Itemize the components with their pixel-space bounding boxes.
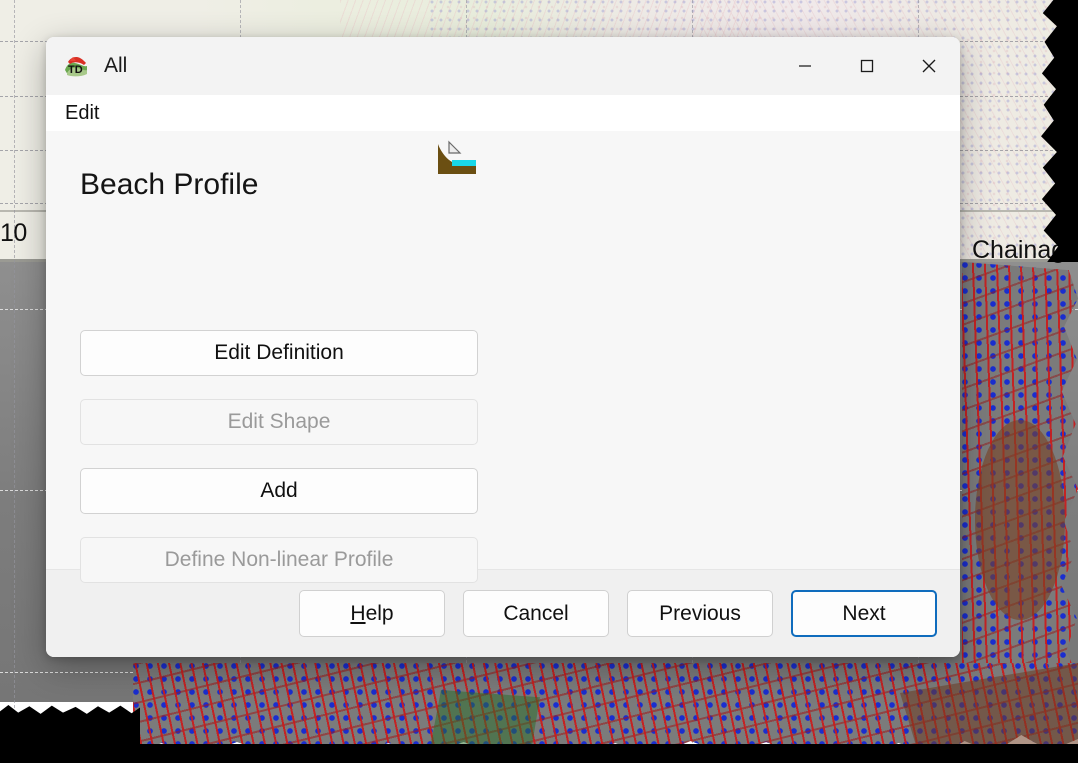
define-nonlinear-profile-button[interactable]: Define Non-linear Profile [80,537,478,583]
minimize-icon[interactable] [774,37,836,95]
dialog-body: Beach Profile Edit Definition Edit Shape… [46,131,960,583]
next-button[interactable]: Next [791,590,937,637]
y-axis-label: 10 [0,219,27,247]
contour-map-right-fill [975,420,1065,620]
td-app-icon: TD [62,53,90,79]
beach-profile-icon [436,140,478,178]
title-bar: TD All [46,37,960,95]
action-button-stack: Edit Definition Edit Shape Add Define No… [80,330,478,606]
window-controls [774,37,960,95]
beach-profile-dialog: TD All Edit Beach Profile Edit Definitio… [46,37,960,657]
add-button[interactable]: Add [80,468,478,514]
maximize-icon[interactable] [836,37,898,95]
window-title: All [104,54,128,77]
edit-definition-button[interactable]: Edit Definition [80,330,478,376]
gridline-vertical [14,0,15,763]
svg-text:TD: TD [68,64,83,76]
menu-edit[interactable]: Edit [55,100,109,127]
page-title: Beach Profile [80,168,259,201]
cancel-button[interactable]: Cancel [463,590,609,637]
close-icon[interactable] [898,37,960,95]
menu-bar: Edit [46,95,960,131]
previous-button[interactable]: Previous [627,590,773,637]
edit-shape-button[interactable]: Edit Shape [80,399,478,445]
background-bottom-bar [0,744,1078,763]
